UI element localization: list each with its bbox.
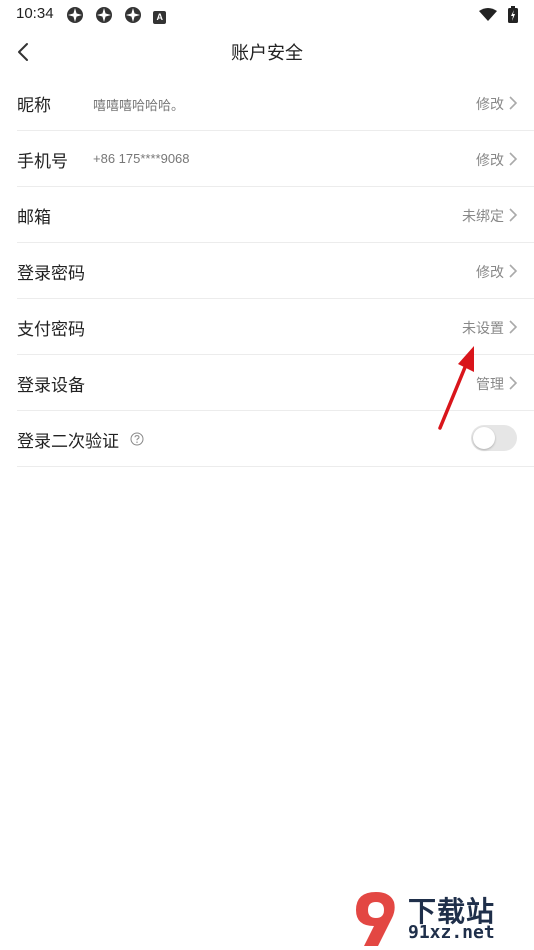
row-action: 管理	[476, 377, 504, 393]
row-action: 未绑定	[462, 209, 504, 225]
chevron-right-icon	[509, 320, 518, 334]
row-label: 登录密码	[17, 264, 85, 284]
annotation-arrow-icon	[438, 346, 474, 430]
row-action: 未设置	[462, 321, 504, 337]
row-label: 登录二次验证	[17, 432, 119, 452]
status-time: 10:34	[16, 5, 54, 22]
row-action: 修改	[476, 97, 504, 113]
app-notification-icon	[66, 6, 84, 28]
row-action: 修改	[476, 265, 504, 281]
row-label: 邮箱	[17, 208, 51, 228]
row-label: 登录设备	[17, 376, 85, 396]
page-title: 账户安全	[231, 43, 303, 64]
row-action: 修改	[476, 153, 504, 169]
battery-icon	[508, 6, 518, 27]
email-row[interactable]: 邮箱 未绑定	[17, 187, 534, 243]
app-notification-icon	[124, 6, 142, 28]
wifi-icon	[478, 7, 497, 26]
nickname-row[interactable]: 昵称 嘻嘻嘻哈哈哈。 修改	[17, 75, 534, 131]
nickname-value: 嘻嘻嘻哈哈哈。	[93, 98, 185, 113]
chevron-right-icon	[509, 96, 518, 110]
top-bar: 账户安全	[0, 30, 534, 74]
watermark-9-icon	[356, 892, 395, 946]
phone-row[interactable]: 手机号 +86 175****9068 修改	[17, 131, 534, 187]
question-circle-icon[interactable]	[130, 432, 144, 446]
chevron-right-icon	[509, 208, 518, 222]
app-notification-icon	[95, 6, 113, 28]
system-status	[473, 6, 518, 27]
a-notification-icon: A	[153, 10, 167, 24]
login-password-row[interactable]: 登录密码 修改	[17, 243, 534, 299]
phone-value: +86 175****9068	[93, 151, 190, 166]
chevron-right-icon	[509, 152, 518, 166]
chevron-right-icon	[509, 376, 518, 390]
row-label: 支付密码	[17, 320, 85, 340]
row-label: 昵称	[17, 96, 51, 116]
chevron-right-icon	[509, 264, 518, 278]
watermark-en: 91xz.net	[408, 922, 495, 943]
status-bar: 10:34 A	[0, 0, 534, 30]
watermark-logo: 下载站 91xz.net	[348, 888, 528, 948]
row-label: 手机号	[17, 152, 68, 172]
notification-icons: A	[66, 6, 172, 24]
